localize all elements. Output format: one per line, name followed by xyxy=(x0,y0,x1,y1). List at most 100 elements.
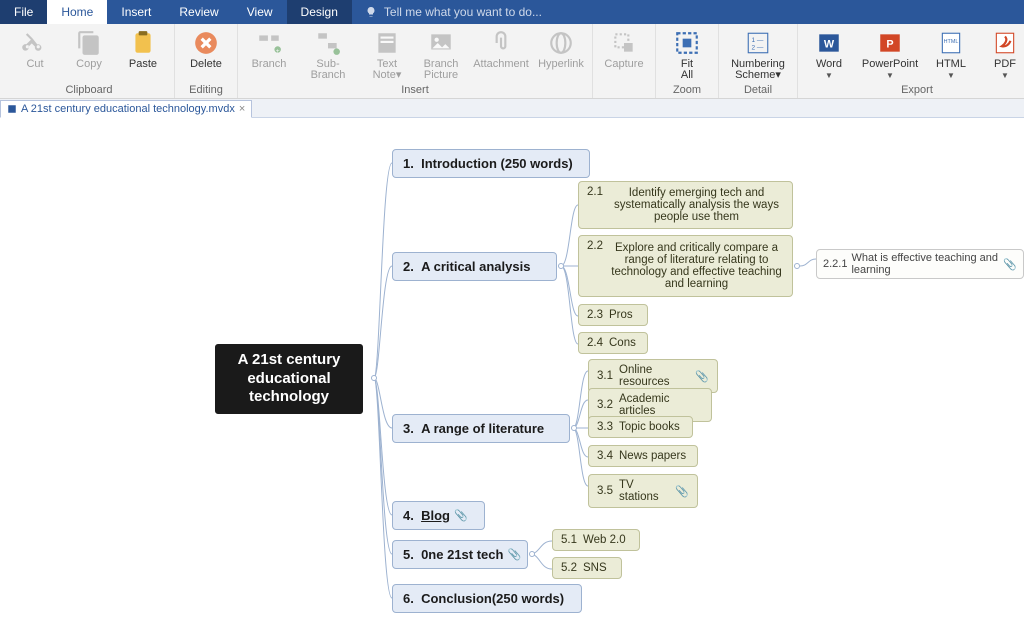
attachment-button[interactable]: Attachment xyxy=(468,26,534,84)
topic-2[interactable]: 2. A critical analysis xyxy=(392,252,557,281)
sub-3-5-text: TV stations xyxy=(619,479,671,503)
export-html-label: HTML▼ xyxy=(936,59,966,81)
export-powerpoint-button[interactable]: P PowerPoint▼ xyxy=(856,26,924,84)
text-note-button[interactable]: Text Note▾ xyxy=(360,26,414,84)
sub-2-4-text: Cons xyxy=(609,337,636,349)
delete-button[interactable]: Delete xyxy=(179,26,233,84)
sub-3-5[interactable]: 3.5TV stations 📎 xyxy=(588,474,698,508)
cut-button[interactable]: Cut xyxy=(8,26,62,84)
document-tab[interactable]: A 21st century educational technology.mv… xyxy=(0,100,252,118)
scissors-icon xyxy=(19,28,51,58)
sub-2-1-text: Identify emerging tech and systematicall… xyxy=(609,187,784,223)
topic-2-num: 2. xyxy=(403,259,414,274)
leaf-2-2-1[interactable]: 2.2.1 What is effective teaching and lea… xyxy=(816,249,1024,279)
sub-3-1-text: Online resources xyxy=(619,364,691,388)
sub-branch-button[interactable]: Sub-Branch xyxy=(296,26,360,84)
connector-dot xyxy=(371,375,377,381)
hyperlink-button[interactable]: Hyperlink xyxy=(534,26,588,84)
numbering-icon: 1 —2 — xyxy=(742,28,774,58)
export-pdf-button[interactable]: PDF▼ xyxy=(978,26,1024,84)
sub-3-3-num: 3.3 xyxy=(597,421,613,433)
sub-branch-label: Sub-Branch xyxy=(302,59,354,81)
mindmap-canvas[interactable]: A 21st century educational technology 1.… xyxy=(0,118,1024,637)
topic-1-text: Introduction (250 words) xyxy=(421,156,573,171)
paperclip-icon: 📎 xyxy=(507,548,521,561)
fit-all-icon xyxy=(671,28,703,58)
tab-design[interactable]: Design xyxy=(287,0,352,24)
paperclip-icon: 📎 xyxy=(1003,258,1017,271)
export-word-label: Word▼ xyxy=(816,59,842,81)
topic-1-num: 1. xyxy=(403,156,414,171)
tab-insert[interactable]: Insert xyxy=(107,0,165,24)
branch-picture-button[interactable]: Branch Picture xyxy=(414,26,468,84)
topic-6[interactable]: 6. Conclusion(250 words) xyxy=(392,584,582,613)
hyperlink-icon xyxy=(545,28,577,58)
leaf-2-2-1-text: What is effective teaching and learning xyxy=(851,252,999,276)
sub-3-3[interactable]: 3.3Topic books xyxy=(588,416,693,438)
tab-view[interactable]: View xyxy=(233,0,287,24)
text-note-label: Text Note▾ xyxy=(373,59,402,81)
group-zoom-title: Zoom xyxy=(673,84,701,98)
topic-2-text: A critical analysis xyxy=(421,259,530,274)
capture-icon xyxy=(608,28,640,58)
group-insert: + Branch Sub-Branch Text Note▾ Branch Pi… xyxy=(238,24,593,98)
group-export: W Word▼ P PowerPoint▼ HTML HTML▼ PDF▼ Ex… xyxy=(798,24,1024,98)
connector-dot xyxy=(571,425,577,431)
tab-file[interactable]: File xyxy=(0,0,47,24)
svg-text:HTML: HTML xyxy=(944,39,959,45)
delete-icon xyxy=(190,28,222,58)
topic-1[interactable]: 1. Introduction (250 words) xyxy=(392,149,590,178)
paperclip-icon: 📎 xyxy=(695,370,709,383)
export-word-button[interactable]: W Word▼ xyxy=(802,26,856,84)
sub-5-2[interactable]: 5.2SNS xyxy=(552,557,622,579)
branch-icon: + xyxy=(253,28,285,58)
topic-4[interactable]: 4. Blog 📎 xyxy=(392,501,485,530)
sub-3-2-text: Academic articles xyxy=(619,393,703,417)
ribbon-search-placeholder: Tell me what you want to do... xyxy=(384,5,542,19)
branch-label: Branch xyxy=(252,59,287,70)
branch-button[interactable]: + Branch xyxy=(242,26,296,84)
attachment-label: Attachment xyxy=(473,59,529,70)
sub-2-3[interactable]: 2.3Pros xyxy=(578,304,648,326)
sub-2-4[interactable]: 2.4Cons xyxy=(578,332,648,354)
sub-5-1-text: Web 2.0 xyxy=(583,534,626,546)
topic-6-num: 6. xyxy=(403,591,414,606)
export-powerpoint-label: PowerPoint▼ xyxy=(862,59,918,81)
tab-review[interactable]: Review xyxy=(165,0,232,24)
sub-5-1[interactable]: 5.1Web 2.0 xyxy=(552,529,640,551)
topic-5-text: 0ne 21st tech xyxy=(421,547,503,562)
numbering-scheme-button[interactable]: 1 —2 — Numbering Scheme▾ xyxy=(723,26,793,84)
numbering-label: Numbering Scheme▾ xyxy=(731,59,785,81)
sub-5-2-num: 5.2 xyxy=(561,562,577,574)
topic-6-text: Conclusion(250 words) xyxy=(421,591,564,606)
close-icon[interactable]: × xyxy=(239,103,245,115)
topic-5[interactable]: 5. 0ne 21st tech 📎 xyxy=(392,540,528,569)
svg-text:W: W xyxy=(824,38,835,50)
group-editing: Delete Editing xyxy=(175,24,238,98)
paste-button[interactable]: Paste xyxy=(116,26,170,84)
svg-text:+: + xyxy=(276,48,280,55)
powerpoint-icon: P xyxy=(874,28,906,58)
sub-branch-icon xyxy=(312,28,344,58)
ribbon-search[interactable]: Tell me what you want to do... xyxy=(352,0,554,24)
fit-all-button[interactable]: Fit All xyxy=(660,26,714,84)
branch-picture-label: Branch Picture xyxy=(424,59,459,81)
group-zoom: Fit All Zoom xyxy=(656,24,719,98)
export-pdf-label: PDF▼ xyxy=(994,59,1016,81)
ribbon: File Home Insert Review View Design Tell… xyxy=(0,0,1024,99)
text-note-icon xyxy=(371,28,403,58)
group-clipboard: Cut Copy Paste Clipboard xyxy=(4,24,175,98)
topic-3-text: A range of literature xyxy=(421,421,544,436)
document-tab-title: A 21st century educational technology.mv… xyxy=(21,103,235,115)
sub-2-1[interactable]: 2.1 Identify emerging tech and systemati… xyxy=(578,181,793,229)
capture-button[interactable]: Capture xyxy=(597,26,651,84)
export-html-button[interactable]: HTML HTML▼ xyxy=(924,26,978,84)
sub-3-5-num: 3.5 xyxy=(597,485,613,497)
mindmap-root[interactable]: A 21st century educational technology xyxy=(214,343,364,415)
sub-2-2[interactable]: 2.2 Explore and critically compare a ran… xyxy=(578,235,793,297)
tab-home[interactable]: Home xyxy=(47,0,107,24)
topic-3[interactable]: 3. A range of literature xyxy=(392,414,570,443)
copy-button[interactable]: Copy xyxy=(62,26,116,84)
sub-3-4[interactable]: 3.4News papers xyxy=(588,445,698,467)
doc-type-icon xyxy=(7,104,17,114)
